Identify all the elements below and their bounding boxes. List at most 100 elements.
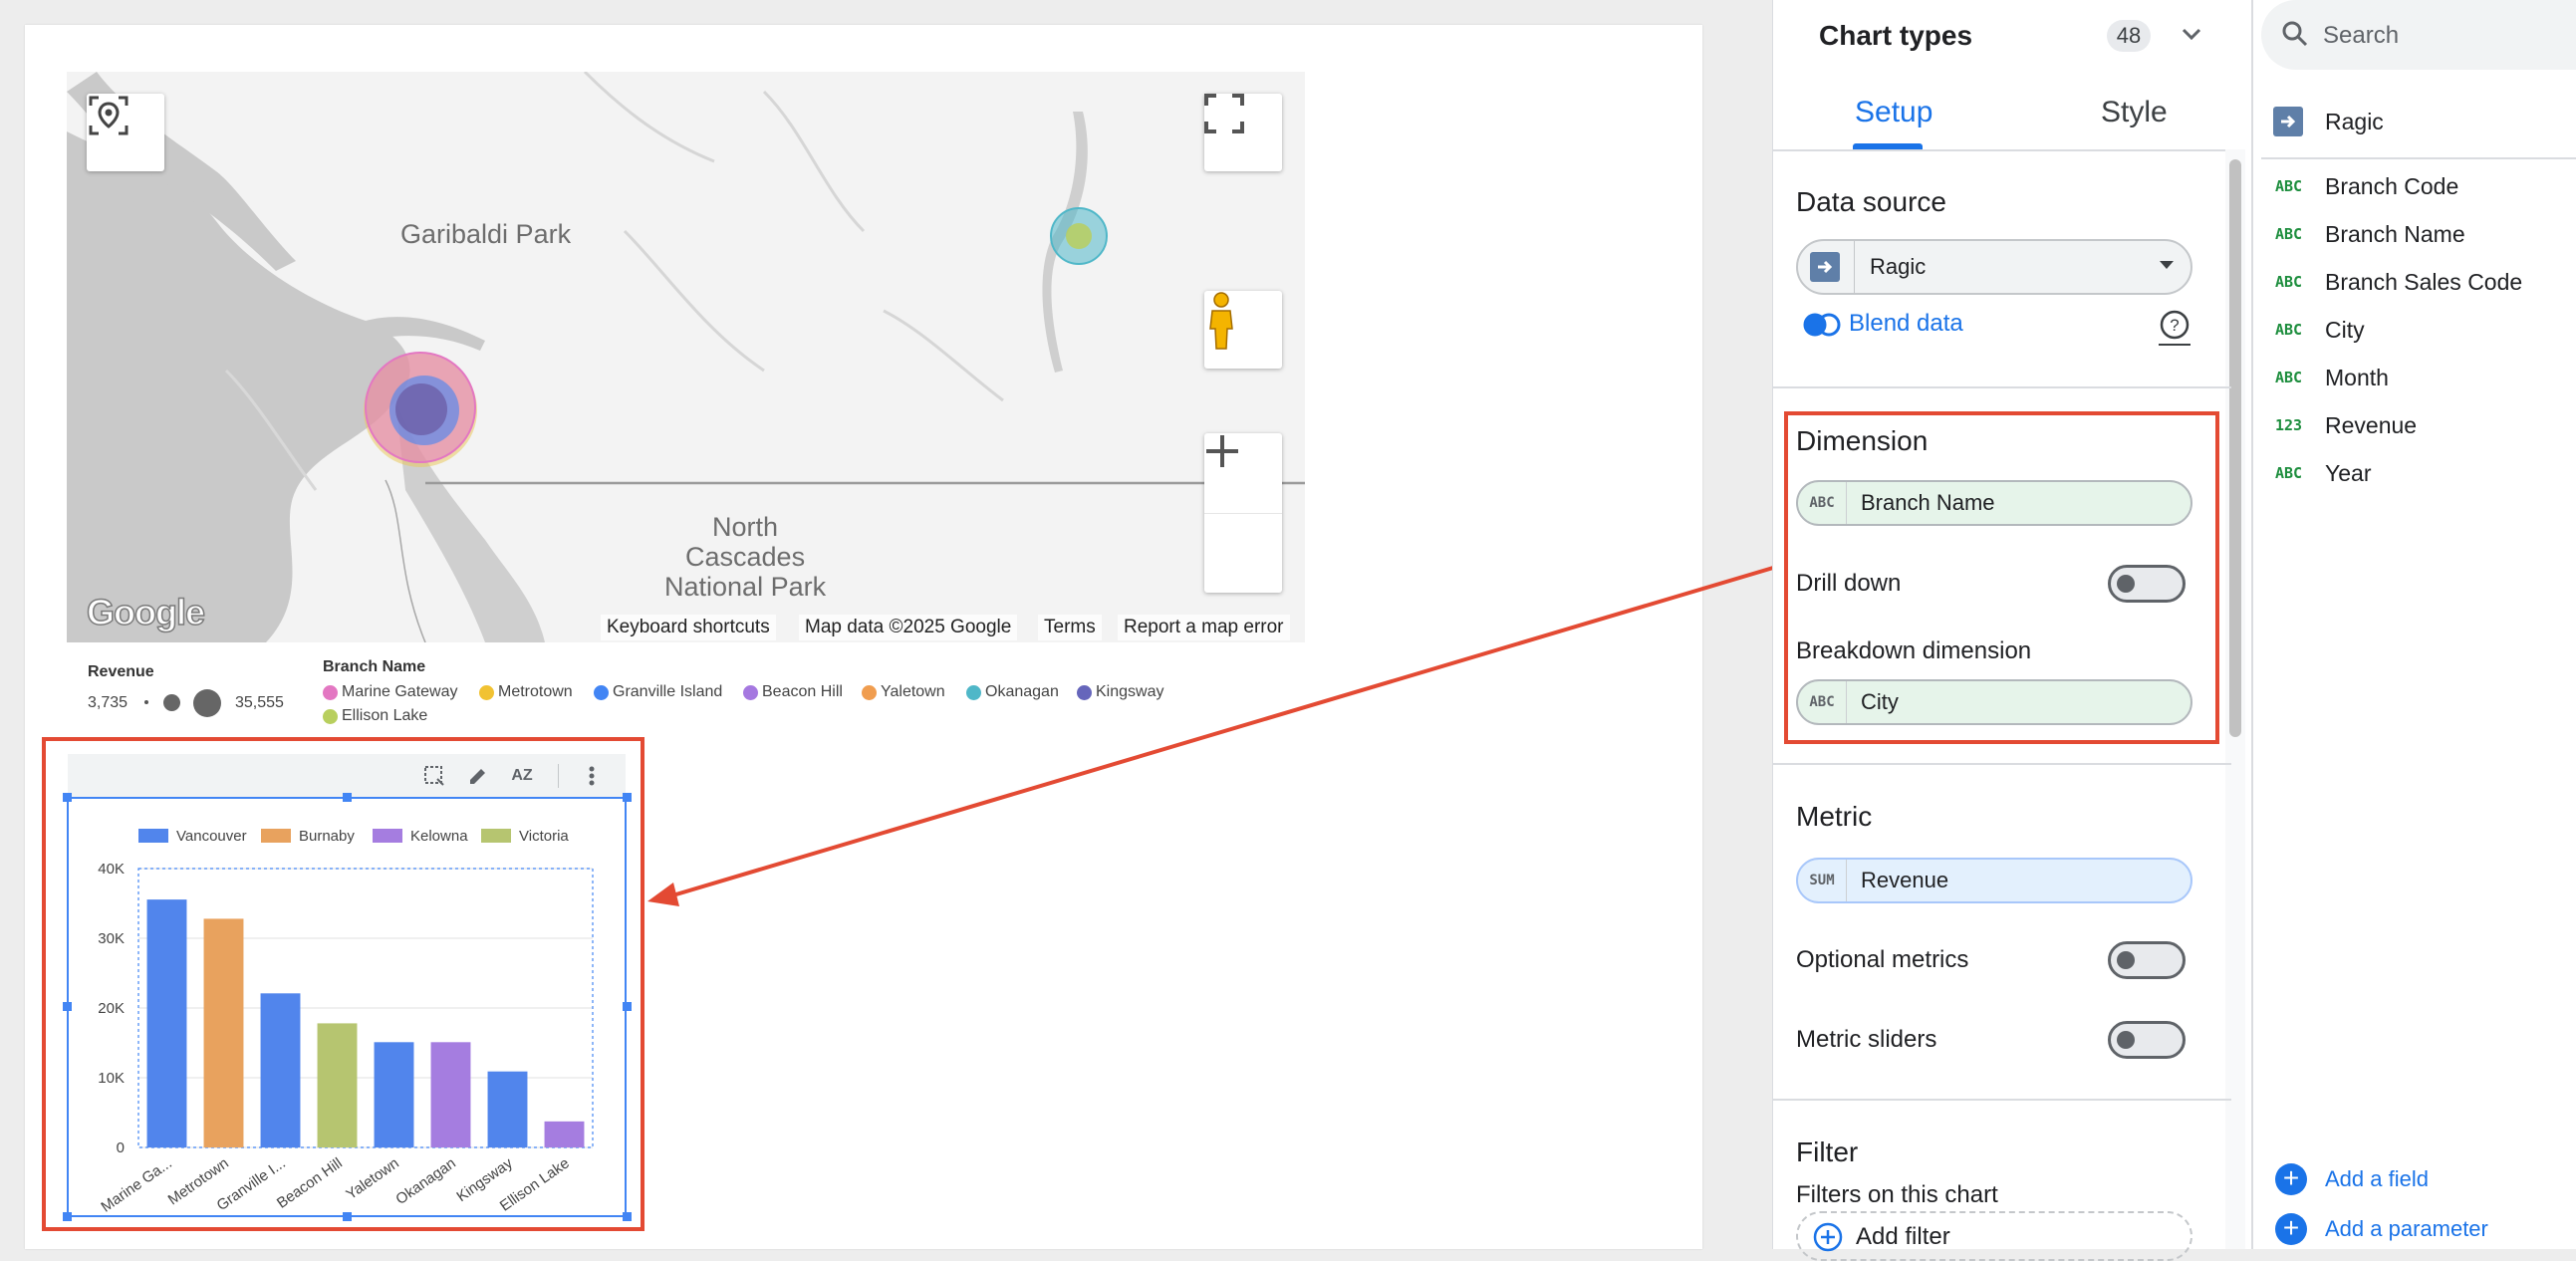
section-divider [1773,386,2231,388]
field-name: City [2325,317,2365,343]
legend-swatch [323,708,338,724]
legend-item-branch[interactable]: Beacon Hill [743,683,843,701]
dimension-title: Dimension [1796,425,1929,456]
data-source-title: Data source [1796,186,1946,217]
field-name: Year [2325,460,2372,486]
optional-metrics-toggle[interactable] [2108,941,2186,979]
legend-item-branch[interactable]: Yaletown [862,683,945,701]
terms-link[interactable]: Terms [1038,615,1102,640]
fullscreen-icon[interactable] [1204,94,1282,171]
report-map-error-link[interactable]: Report a map error [1118,615,1290,640]
data-source-icon [2273,107,2303,136]
legend-item-branch[interactable]: Kingsway [1077,683,1163,701]
metric-value: Revenue [1861,868,1949,892]
toolbar-divider [558,764,559,788]
data-source-value: Ragic [1870,254,1927,279]
add-icon: + [2275,1163,2307,1195]
legend-item-branch[interactable]: Ellison Lake [323,707,427,725]
legend-label: Yaletown [881,683,945,700]
search-input[interactable]: Search [2261,0,2576,70]
drill-down-toggle[interactable] [2108,565,2186,603]
legend-label: Beacon Hill [762,683,843,700]
location-search-icon[interactable] [87,94,164,171]
bubble-map[interactable]: Garibaldi Park North Cascades National P… [67,72,1305,642]
minus-icon[interactable] [1204,449,1282,594]
chart-legend-label: Kelowna [410,828,468,845]
field-type-label: ABC [2275,321,2303,339]
fields-source-name[interactable]: Ragic [2325,109,2384,135]
breakdown-dimension-label: Breakdown dimension [1796,637,2032,664]
chevron-down-icon[interactable] [2180,22,2203,53]
filters-subtitle: Filters on this chart [1796,1181,1998,1208]
more-vert-icon[interactable] [578,762,606,790]
tab-setup[interactable]: Setup [1855,96,1932,129]
help-icon[interactable]: ? [2157,309,2192,352]
bar-chart[interactable]: Vancouver Burnaby Kelowna Victoria 0 10K 20K 30… [69,799,625,1215]
field-item[interactable]: ABC Branch Name [2253,213,2576,259]
drill-down-label: Drill down [1796,570,1902,597]
select-icon[interactable] [420,762,448,790]
field-item[interactable]: ABC Branch Sales Code [2253,261,2576,307]
chart-legend-swatch [373,829,402,843]
bubble-kingsway[interactable] [395,383,447,435]
field-name: Branch Sales Code [2325,269,2523,295]
field-type-label: ABC [2275,225,2303,243]
data-source-select[interactable]: Ragic [1796,239,2192,295]
legend-item-branch[interactable]: Marine Gateway [323,683,458,701]
pegman-icon[interactable] [1204,291,1282,369]
chart-legend-label: Vancouver [176,828,247,845]
chart-ytick-label: 10K [98,1070,125,1087]
map-data-attribution: Map data ©2025 Google [799,615,1018,640]
zoom-controls [1204,433,1282,593]
revenue-legend-min: 3,735 [88,694,129,711]
dimension-type-label: ABC [1798,482,1847,524]
scrollbar-thumb[interactable] [2229,159,2241,737]
legend-label: Kingsway [1096,683,1164,700]
blend-data-link[interactable]: Blend data [1849,310,1963,338]
chart-bar [374,1042,414,1147]
add-parameter-button[interactable]: + Add a parameter [2275,1213,2488,1245]
field-name: Branch Name [2325,221,2465,247]
legend-item-branch[interactable]: Metrotown [479,683,573,701]
dropdown-arrow-icon [2157,255,2177,280]
tab-style[interactable]: Style [2101,96,2168,129]
field-item[interactable]: ABC Branch Code [2253,165,2576,211]
add-field-button[interactable]: + Add a field [2275,1163,2429,1195]
field-item[interactable]: ABC Year [2253,452,2576,498]
chart-bar [317,1023,358,1147]
legend-item-branch[interactable]: Okanagan [966,683,1059,701]
search-placeholder: Search [2323,22,2400,49]
field-name: Revenue [2325,412,2418,438]
field-type-label: ABC [2275,273,2303,291]
legend-item-branch[interactable]: Granville Island [594,683,722,701]
field-type-label: ABC [2275,369,2303,386]
edit-icon[interactable] [464,762,492,790]
chart-xtick-label: Marine Ga... [98,1154,174,1215]
bubble-ellison-lake[interactable] [1066,223,1092,249]
dimension-chip[interactable]: ABC Branch Name [1796,480,2192,526]
keyboard-shortcuts-link[interactable]: Keyboard shortcuts [601,615,776,640]
legend-label: Marine Gateway [342,683,458,700]
chart-types-title[interactable]: Chart types [1819,20,1972,52]
revenue-legend-max: 35,555 [235,694,284,711]
field-item[interactable]: ABC City [2253,309,2576,355]
field-item[interactable]: ABC Month [2253,357,2576,402]
add-parameter-label: Add a parameter [2325,1216,2488,1241]
metric-sliders-toggle[interactable] [2108,1021,2186,1059]
metric-sliders-label: Metric sliders [1796,1026,1937,1053]
breakdown-dimension-chip[interactable]: ABC City [1796,679,2192,725]
sort-az-icon[interactable]: AZ [508,762,536,790]
field-type-label: 123 [2275,416,2303,434]
map-label-garibaldi: Garibaldi Park [400,219,572,249]
field-type-label: ABC [2275,464,2303,482]
chart-properties-panel: Chart types 48 Setup Style Data source R… [1772,0,2251,1261]
legend-swatch [862,684,877,700]
legend-label: Granville Island [613,683,723,700]
add-filter-button[interactable]: Add filter [1796,1211,2192,1261]
metric-chip[interactable]: SUM Revenue [1796,858,2192,903]
field-item[interactable]: 123 Revenue [2253,404,2576,450]
legend-swatch [323,684,338,700]
section-divider [1773,1099,2231,1101]
data-source-icon [1810,252,1840,282]
add-filter-label: Add filter [1856,1223,1950,1250]
